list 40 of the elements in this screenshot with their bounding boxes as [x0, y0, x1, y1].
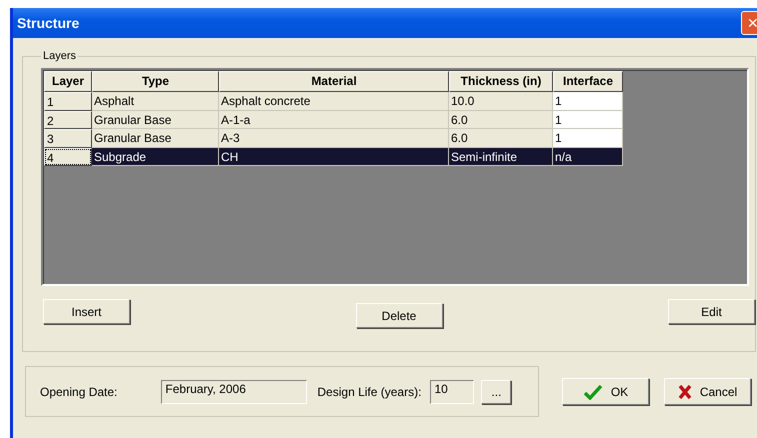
- table-cell: 1: [553, 129, 623, 148]
- table-cell: 6.0: [449, 129, 553, 148]
- insert-button[interactable]: Insert: [43, 299, 130, 324]
- cancel-button[interactable]: Cancel: [664, 378, 751, 405]
- table-cell: Asphalt concrete: [219, 92, 449, 110]
- group-title: Layers: [42, 50, 78, 62]
- design-life-field[interactable]: 10: [430, 380, 474, 404]
- delete-button[interactable]: Delete: [356, 303, 442, 328]
- table-cell: Granular Base: [92, 129, 219, 148]
- opening-date-field[interactable]: February, 2006: [161, 380, 308, 404]
- cross-icon: [678, 384, 692, 400]
- column-header[interactable]: Layer: [44, 71, 92, 92]
- edit-button[interactable]: Edit: [668, 299, 755, 324]
- row-header[interactable]: 1: [44, 92, 92, 110]
- table-cell: Granular Base: [92, 110, 219, 129]
- checkmark-icon: [582, 384, 603, 400]
- opening-date-label: Opening Date:: [40, 384, 118, 398]
- table-cell: 1: [553, 92, 623, 110]
- design-life-label: Design Life (years):: [317, 384, 422, 398]
- table-cell: n/a: [553, 148, 623, 166]
- table-cell: 1: [553, 110, 623, 129]
- column-header[interactable]: Type: [92, 71, 219, 92]
- table-cell: A-3: [219, 129, 449, 148]
- browse-button[interactable]: ...: [481, 380, 512, 404]
- table-cell: CH: [219, 148, 449, 166]
- table-cell: Semi-infinite: [449, 148, 553, 166]
- close-button[interactable]: ✕: [741, 11, 757, 35]
- table-cell: Subgrade: [92, 148, 219, 166]
- row-header[interactable]: 2: [44, 110, 92, 129]
- column-header[interactable]: Material: [219, 71, 449, 92]
- column-header[interactable]: Interface: [553, 71, 623, 92]
- row-header[interactable]: 3: [44, 129, 92, 148]
- ok-button[interactable]: OK: [562, 378, 649, 405]
- window-title: Structure: [16, 15, 80, 31]
- table-cell: Asphalt: [92, 92, 219, 110]
- column-header[interactable]: Thickness (in): [449, 71, 553, 92]
- table-cell: A-1-a: [219, 110, 449, 129]
- table-cell: 10.0: [449, 92, 553, 110]
- row-header[interactable]: 4: [44, 148, 92, 166]
- table-cell: 6.0: [449, 110, 553, 129]
